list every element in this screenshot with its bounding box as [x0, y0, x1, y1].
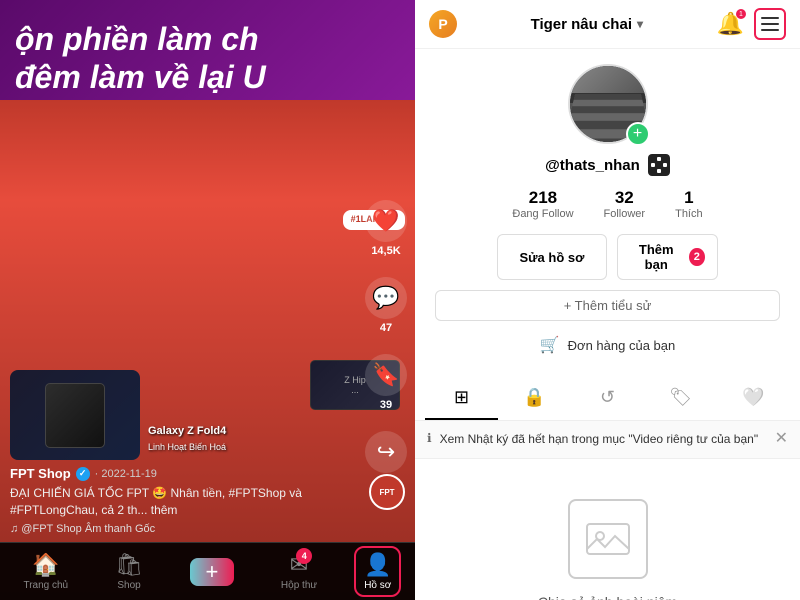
add-button[interactable]: + [190, 558, 234, 586]
tab-tagged[interactable]: 🏷 [644, 377, 717, 420]
profile-header: P Tiger nâu chai ▾ 🔔 1 [415, 0, 800, 49]
memory-section: Chia sẻ ảnh hoài niệm Tải lên [415, 459, 800, 600]
memory-label: Chia sẻ ảnh hoài niệm [538, 594, 677, 600]
tab-repost[interactable]: ↺ [571, 377, 644, 420]
profile-panel: P Tiger nâu chai ▾ 🔔 1 [415, 0, 800, 600]
p-badge: P [429, 10, 457, 38]
profile-tabs: ⊞ 🔒 ↺ 🏷 🤍 [415, 377, 800, 421]
nav-shop[interactable]: 🛍 Shop [105, 547, 153, 596]
notification-badge: 1 [736, 9, 746, 19]
grid-icon: ⊞ [454, 387, 469, 408]
qr-code-button[interactable] [648, 154, 670, 176]
tab-private[interactable]: 🔒 [498, 377, 571, 420]
tag-icon: 🏷 [669, 387, 692, 408]
creator-avatar: FPT [369, 474, 405, 510]
profile-info-section: + @thats_nhan [415, 49, 800, 377]
notification-button[interactable]: 🔔 1 [717, 11, 744, 37]
add-friend-button[interactable]: Thêm bạn 2 [617, 234, 718, 280]
verified-icon: ✓ [76, 467, 90, 481]
orders-row[interactable]: 🛒 Đơn hàng của bạn [532, 329, 683, 361]
tab-liked[interactable]: 🤍 [717, 377, 790, 420]
chevron-down-icon: ▾ [637, 17, 643, 31]
shop-icon: 🛍 [115, 552, 143, 578]
creator-name: FPT Shop ✓ · 2022-11-19 [10, 466, 355, 481]
username-dropdown[interactable]: Tiger nâu chai ▾ [531, 16, 643, 33]
notice-close-button[interactable]: ✕ [775, 431, 788, 447]
nav-profile[interactable]: 👤 Hồ sơ [354, 546, 401, 597]
repost-icon: ↺ [600, 387, 615, 408]
lock-icon: 🔒 [523, 387, 545, 408]
tab-videos[interactable]: ⊞ [425, 377, 498, 420]
user-handle: @thats_nhan [545, 157, 640, 174]
music-info: ♫ @FPT Shop Âm thanh Gốc [10, 523, 355, 535]
add-avatar-button[interactable]: + [626, 122, 650, 146]
bottom-navigation: 🏠 Trang chủ 🛍 Shop + ✉ 4 Hộp thư 👤 Hồ sơ [0, 542, 415, 600]
following-stat[interactable]: 218 Đang Follow [512, 188, 573, 220]
notice-banner: ℹ Xem Nhật ký đã hết hạn trong mục "Vide… [415, 421, 800, 459]
menu-line-1 [761, 17, 779, 19]
info-icon: ℹ [427, 431, 432, 445]
handle-row: @thats_nhan [545, 154, 670, 176]
home-icon: 🏠 [32, 552, 59, 578]
header-actions: 🔔 1 [717, 8, 786, 40]
menu-line-2 [761, 23, 779, 25]
nav-add[interactable]: + [180, 553, 244, 591]
followers-stat[interactable]: 32 Follower [604, 188, 646, 220]
bookmark-button[interactable]: 🔖 39 [365, 354, 407, 411]
likes-stat[interactable]: 1 Thích [675, 188, 703, 220]
photo-placeholder-icon [568, 499, 648, 579]
profile-content: + @thats_nhan [415, 49, 800, 600]
stats-row: 218 Đang Follow 32 Follower 1 Thích [512, 188, 702, 220]
video-panel: ộn phiền làm ch đêm làm về lại U #1LAPTO… [0, 0, 415, 600]
avatar-container: + [568, 64, 648, 144]
cart-icon: 🛒 [540, 335, 560, 355]
edit-profile-button[interactable]: Sửa hồ sơ [497, 234, 606, 280]
nav-inbox[interactable]: ✉ 4 Hộp thư [271, 547, 327, 596]
friend-request-badge: 2 [689, 248, 705, 266]
like-button[interactable]: ❤️ 14,5K [365, 200, 407, 257]
nav-home[interactable]: 🏠 Trang chủ [13, 547, 78, 596]
profile-icon: 👤 [364, 552, 391, 578]
comment-button[interactable]: 💬 47 [365, 277, 407, 334]
menu-line-3 [761, 29, 779, 31]
add-bio-button[interactable]: + Thêm tiểu sử [435, 290, 780, 321]
video-actions: ❤️ 14,5K 💬 47 🔖 39 ↪ 45 [365, 200, 407, 488]
plus-icon: + [206, 559, 219, 585]
menu-button[interactable] [754, 8, 786, 40]
action-buttons: Sửa hồ sơ Thêm bạn 2 [497, 234, 717, 280]
heart-icon: 🤍 [742, 387, 764, 408]
video-info: FPT Shop ✓ · 2022-11-19 ĐẠI CHIẾN GIÁ TỐ… [10, 466, 355, 535]
video-description: ĐẠI CHIẾN GIÁ TỐC FPT 🤩 Nhân tiền, #FPTS… [10, 485, 355, 519]
